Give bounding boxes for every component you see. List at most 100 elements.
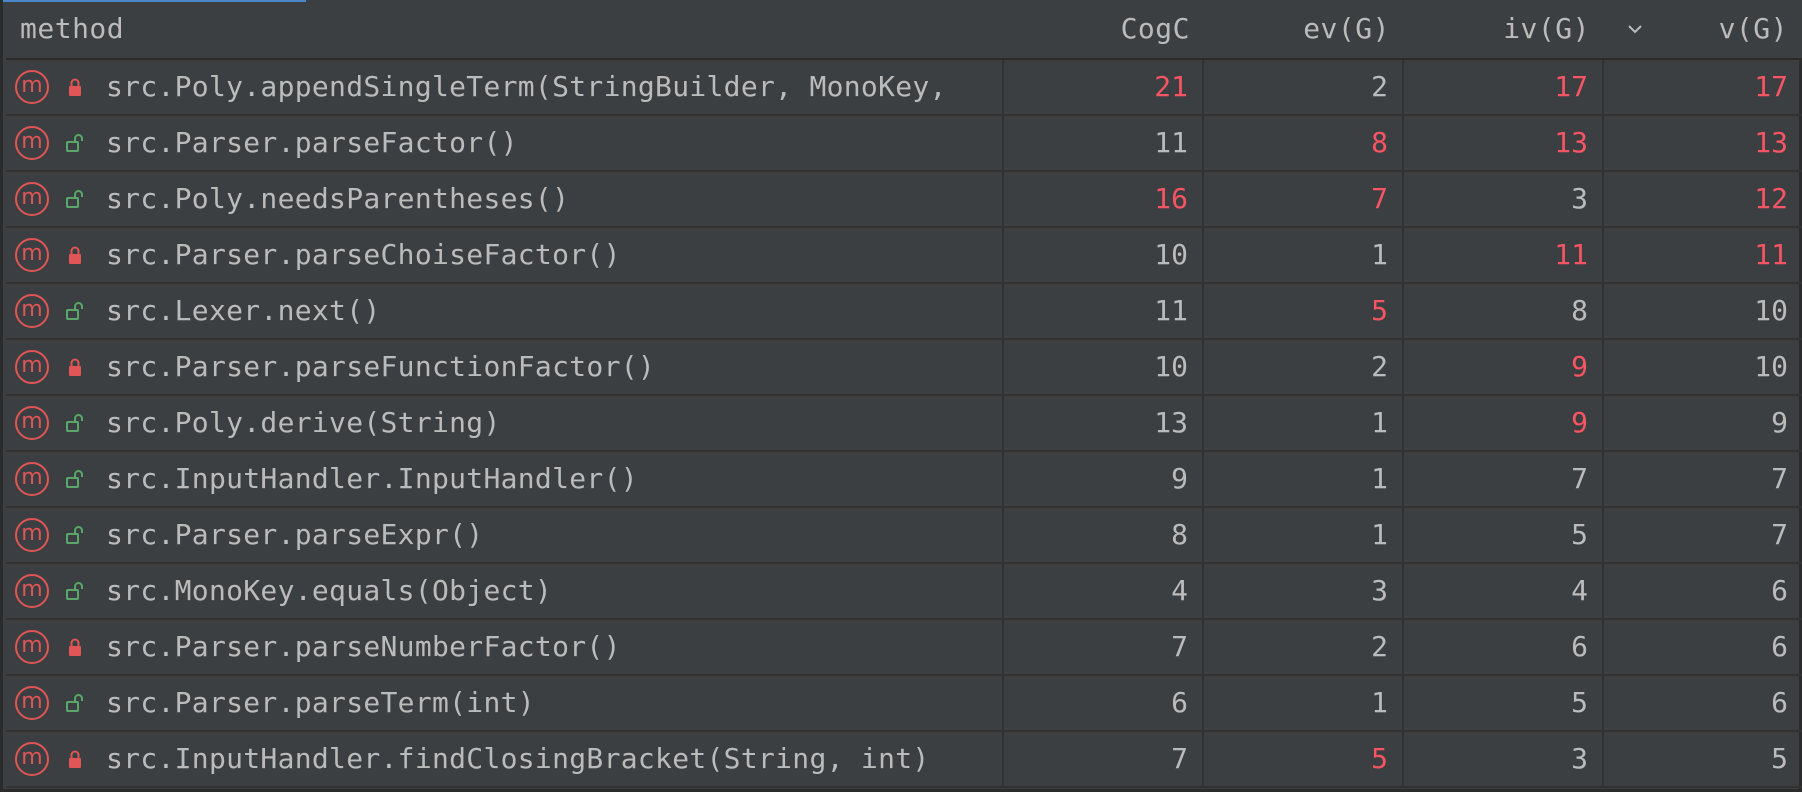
evg-cell: 1 (1204, 452, 1404, 506)
cogc-cell: 6 (1004, 676, 1204, 730)
table-row[interactable]: m src.Poly.needsParentheses() 16 7 3 12 (6, 172, 1802, 228)
vg-cell: 6 (1771, 574, 1788, 607)
lock-open-icon (66, 470, 83, 488)
table-row[interactable]: m src.MonoKey.equals(Object) 4 3 4 6 (6, 564, 1802, 620)
method-icon: m (15, 350, 49, 384)
ivg-cell: 7 (1404, 452, 1604, 506)
method-name: src.Parser.parseFunctionFactor() (106, 350, 656, 383)
lock-closed-icon (69, 78, 81, 96)
evg-cell: 1 (1204, 508, 1404, 562)
ivg-cell: 3 (1404, 172, 1604, 226)
ivg-cell: 9 (1404, 396, 1604, 450)
vg-cell: 7 (1771, 518, 1788, 551)
evg-cell: 8 (1204, 116, 1404, 170)
lock-open-icon (66, 582, 83, 600)
method-cell: m src.Parser.parseChoiseFactor() (6, 228, 1004, 282)
method-name: src.Poly.appendSingleTerm(StringBuilder,… (106, 70, 947, 103)
ivg-cell: 8 (1404, 284, 1604, 338)
method-icon: m (15, 182, 49, 216)
table-row[interactable]: m src.InputHandler.InputHandler() 9 1 7 … (6, 452, 1802, 508)
method-icon: m (15, 742, 49, 776)
method-cell: m src.MonoKey.equals(Object) (6, 564, 1004, 618)
lock-open-icon (66, 526, 83, 544)
column-header-method[interactable]: method (20, 0, 124, 58)
cogc-cell: 11 (1004, 116, 1204, 170)
method-name: src.Parser.parseChoiseFactor() (106, 238, 621, 271)
cogc-cell: 9 (1004, 452, 1204, 506)
ivg-cell: 5 (1404, 676, 1604, 730)
table-row[interactable]: m src.Parser.parseNumberFactor() 7 2 6 6 (6, 620, 1802, 676)
method-name: src.Poly.needsParentheses() (106, 182, 570, 215)
lock-open-icon (66, 302, 83, 320)
method-name: src.Parser.parseTerm(int) (106, 686, 535, 719)
table-row[interactable]: m src.Parser.parseFunctionFactor() 10 2 … (6, 340, 1802, 396)
table-row[interactable]: m src.Parser.parseTerm(int) 6 1 5 6 (6, 676, 1802, 732)
evg-cell: 2 (1204, 60, 1404, 114)
vg-cell: 7 (1771, 462, 1788, 495)
method-cell: m src.Poly.appendSingleTerm(StringBuilde… (6, 60, 1004, 114)
method-icon: m (15, 630, 49, 664)
evg-cell: 2 (1204, 340, 1404, 394)
lock-closed-icon (69, 638, 81, 656)
ivg-cell: 13 (1404, 116, 1604, 170)
table-row[interactable]: m src.InputHandler.findClosingBracket(St… (6, 732, 1802, 788)
table-row[interactable]: m src.Poly.appendSingleTerm(StringBuilde… (6, 60, 1802, 116)
cogc-cell: 21 (1004, 60, 1204, 114)
method-cell: m src.Poly.derive(String) (6, 396, 1004, 450)
ivg-cell: 17 (1404, 60, 1604, 114)
metrics-panel: method CogC ev(G) iv(G) v(G) m src.Poly.… (0, 0, 1802, 792)
vg-cell: 10 (1754, 294, 1788, 327)
evg-cell: 1 (1204, 676, 1404, 730)
lock-closed-icon (69, 246, 81, 264)
method-name: src.Parser.parseExpr() (106, 518, 484, 551)
method-cell: m src.Parser.parseTerm(int) (6, 676, 1004, 730)
method-icon: m (15, 574, 49, 608)
ivg-cell: 11 (1404, 228, 1604, 282)
method-icon: m (15, 126, 49, 160)
method-cell: m src.InputHandler.InputHandler() (6, 452, 1004, 506)
evg-cell: 5 (1204, 284, 1404, 338)
vg-cell: 12 (1754, 182, 1788, 215)
method-name: src.MonoKey.equals(Object) (106, 574, 553, 607)
lock-closed-icon (69, 750, 81, 768)
lock-open-icon (66, 694, 83, 712)
lock-open-icon (66, 134, 83, 152)
evg-cell: 1 (1204, 396, 1404, 450)
method-name: src.InputHandler.findClosingBracket(Stri… (106, 742, 930, 775)
method-name: src.Lexer.next() (106, 294, 381, 327)
method-cell: m src.Poly.needsParentheses() (6, 172, 1004, 226)
table-row[interactable]: m src.Lexer.next() 11 5 8 10 (6, 284, 1802, 340)
ivg-cell: 4 (1404, 564, 1604, 618)
column-header-vg[interactable]: v(G) (1604, 0, 1788, 58)
vg-cell: 9 (1771, 406, 1788, 439)
method-icon: m (15, 686, 49, 720)
column-header-evg[interactable]: ev(G) (1204, 0, 1390, 58)
ivg-cell: 5 (1404, 508, 1604, 562)
method-cell: m src.Lexer.next() (6, 284, 1004, 338)
method-cell: m src.Parser.parseFactor() (6, 116, 1004, 170)
cogc-cell: 16 (1004, 172, 1204, 226)
vg-cell: 11 (1754, 238, 1788, 271)
column-header-ivg[interactable]: iv(G) (1404, 0, 1590, 58)
table-row[interactable]: m src.Parser.parseExpr() 8 1 5 7 (6, 508, 1802, 564)
ivg-cell: 3 (1404, 732, 1604, 786)
method-icon: m (15, 294, 49, 328)
table-row[interactable]: m src.Poly.derive(String) 13 1 9 9 (6, 396, 1802, 452)
vg-cell: 17 (1754, 70, 1788, 103)
method-icon: m (15, 518, 49, 552)
column-header-cogc[interactable]: CogC (1004, 0, 1190, 58)
table-row[interactable]: m src.Parser.parseFactor() 11 8 13 13 (6, 116, 1802, 172)
evg-cell: 2 (1204, 620, 1404, 674)
ivg-cell: 9 (1404, 340, 1604, 394)
evg-cell: 3 (1204, 564, 1404, 618)
vg-cell: 5 (1771, 742, 1788, 775)
active-tab-indicator (3, 0, 306, 2)
method-cell: m src.Parser.parseNumberFactor() (6, 620, 1004, 674)
lock-closed-icon (69, 358, 81, 376)
table-header: method CogC ev(G) iv(G) v(G) (6, 0, 1802, 60)
cogc-cell: 4 (1004, 564, 1204, 618)
lock-open-icon (66, 190, 83, 208)
method-cell: m src.Parser.parseFunctionFactor() (6, 340, 1004, 394)
lock-open-icon (66, 414, 83, 432)
table-row[interactable]: m src.Parser.parseChoiseFactor() 10 1 11… (6, 228, 1802, 284)
